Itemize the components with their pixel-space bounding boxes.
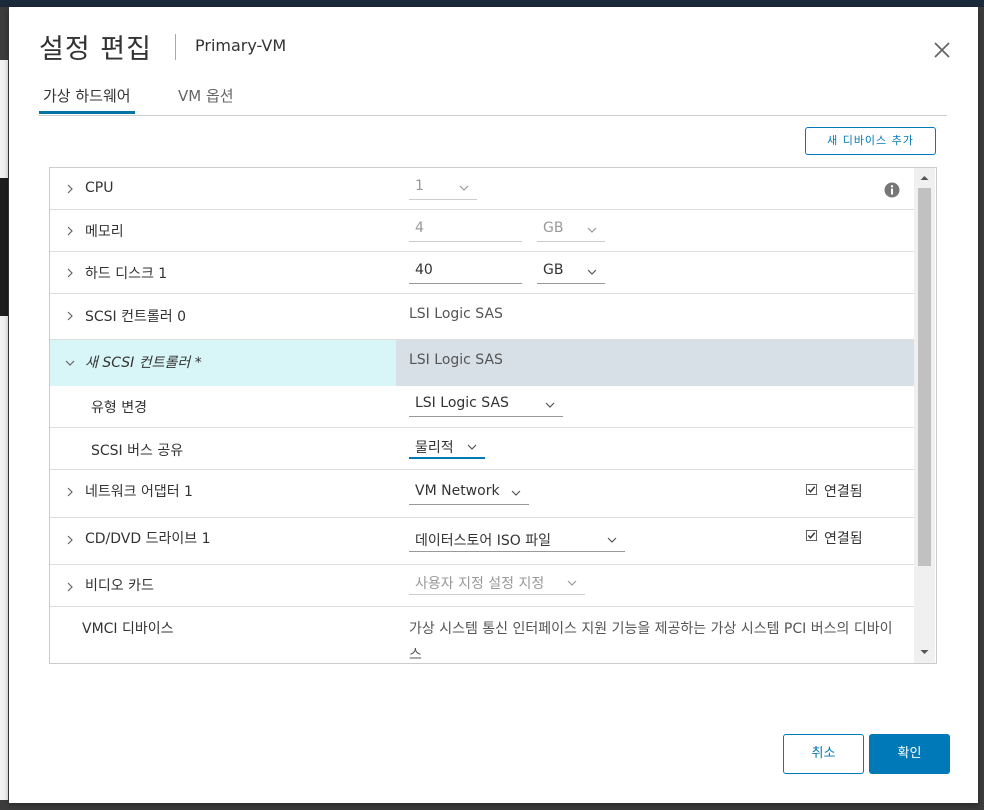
memory-unit-select: GB [537,220,605,242]
dialog-subtitle: Primary-VM [195,36,287,55]
chevron-down-icon [587,269,597,275]
video-card-label: 비디오 카드 [85,578,154,594]
memory-label: 메모리 [85,224,124,240]
chevron-down-icon [567,580,577,586]
hard-disk-unit: GB [543,262,564,278]
scrollbar-thumb[interactable] [918,188,931,566]
row-scsi-bus-sharing: SCSI 버스 공유 물리적 [50,428,914,470]
change-type-select[interactable]: LSI Logic SAS [409,395,563,417]
cpu-select: 1 [409,178,477,200]
chevron-right-icon[interactable] [65,268,75,278]
network-select[interactable]: VM Network [409,483,529,505]
hard-disk-unit-select[interactable]: GB [537,262,605,284]
row-vmci-device: VMCI 디바이스 가상 시스템 통신 인터페이스 지원 기능을 제공하는 가상… [50,607,914,663]
cancel-button[interactable]: 취소 [783,734,864,774]
scroll-down-icon[interactable] [918,646,931,658]
row-change-type: 유형 변경 LSI Logic SAS [50,386,914,428]
memory-input: 4 [409,220,522,242]
edit-settings-dialog: 설정 편집 Primary-VM 가상 하드웨어 VM 옵션 새 디바이스 추가… [9,7,978,803]
hardware-grid: CPU 1 메모리 4 GB 하드 디스크 1 40 GB SCSI 컨트롤러 … [49,167,937,664]
change-type-value: LSI Logic SAS [415,395,509,411]
cpu-value: 1 [415,178,424,194]
chevron-right-icon[interactable] [65,487,75,497]
close-icon [934,42,950,58]
grid-scrollbar[interactable] [914,168,935,663]
scsi-bus-sharing-select[interactable]: 물리적 [409,437,485,459]
cd-dvd-select[interactable]: 데이터스토어 ISO 파일 [409,530,625,552]
add-new-device-button[interactable]: 새 디바이스 추가 [805,127,936,155]
scsi-controller-0-label: SCSI 컨트롤러 0 [85,309,187,325]
row-cd-dvd-drive: CD/DVD 드라이브 1 데이터스토어 ISO 파일 연결됨 [50,518,914,565]
checkbox-icon[interactable] [806,484,817,495]
chevron-down-icon [467,444,477,450]
chevron-down-icon [459,185,469,191]
scroll-up-icon[interactable] [918,172,931,184]
cd-dvd-value: 데이터스토어 ISO 파일 [415,533,551,549]
info-icon[interactable] [884,182,900,198]
chevron-right-icon[interactable] [65,535,75,545]
chevron-down-icon[interactable] [65,358,75,368]
row-cpu: CPU 1 [50,168,914,210]
ok-button[interactable]: 확인 [869,734,950,774]
close-button[interactable] [927,35,957,65]
network-adapter-label: 네트워크 어댑터 1 [85,484,193,500]
row-new-scsi-controller[interactable]: 새 SCSI 컨트롤러 * LSI Logic SAS [50,340,914,386]
row-network-adapter: 네트워크 어댑터 1 VM Network 연결됨 [50,470,914,518]
chevron-right-icon[interactable] [65,184,75,194]
scsi-bus-sharing-value: 물리적 [415,440,454,456]
row-scsi-controller-0: SCSI 컨트롤러 0 LSI Logic SAS [50,294,914,340]
row-hard-disk: 하드 디스크 1 40 GB [50,252,914,294]
background-header [0,0,984,7]
chevron-down-icon [587,227,597,233]
checkbox-icon[interactable] [806,530,817,541]
scsi-bus-sharing-label: SCSI 버스 공유 [91,443,184,459]
network-connected-label: 연결됨 [824,484,863,500]
tab-virtual-hardware[interactable]: 가상 하드웨어 [39,85,135,114]
scsi-controller-0-value: LSI Logic SAS [409,306,503,322]
chevron-down-icon [607,537,617,543]
chevron-down-icon [545,402,555,408]
chevron-right-icon[interactable] [65,582,75,592]
cd-dvd-connected-label: 연결됨 [824,531,863,547]
video-card-value: 사용자 지정 설정 지정 [415,576,545,592]
video-card-select: 사용자 지정 설정 지정 [409,573,585,595]
tab-vm-options[interactable]: VM 옵션 [174,85,238,114]
new-scsi-controller-label: 새 SCSI 컨트롤러 * [85,355,202,371]
vmci-device-description: 가상 시스템 통신 인터페이스 지원 기능을 제공하는 가상 시스템 PCI 버… [409,621,893,663]
vmci-device-label: VMCI 디바이스 [82,621,174,637]
tab-bar: 가상 하드웨어 VM 옵션 [39,85,947,116]
chevron-down-icon [511,490,521,496]
chevron-right-icon[interactable] [65,311,75,321]
chevron-right-icon[interactable] [65,226,75,236]
hard-disk-label: 하드 디스크 1 [85,266,168,282]
change-type-label: 유형 변경 [91,400,147,416]
row-memory: 메모리 4 GB [50,210,914,252]
title-divider [175,34,176,60]
hard-disk-size-input[interactable]: 40 [409,262,522,284]
row-video-card: 비디오 카드 사용자 지정 설정 지정 [50,565,914,607]
dialog-title: 설정 편집 [39,34,152,65]
background-dark-panel [0,178,8,316]
cpu-label: CPU [85,180,114,196]
cd-dvd-drive-label: CD/DVD 드라이브 1 [85,531,211,547]
network-value: VM Network [415,483,500,499]
memory-unit: GB [543,220,564,236]
background-panel [0,60,8,800]
new-scsi-controller-value: LSI Logic SAS [409,352,503,368]
